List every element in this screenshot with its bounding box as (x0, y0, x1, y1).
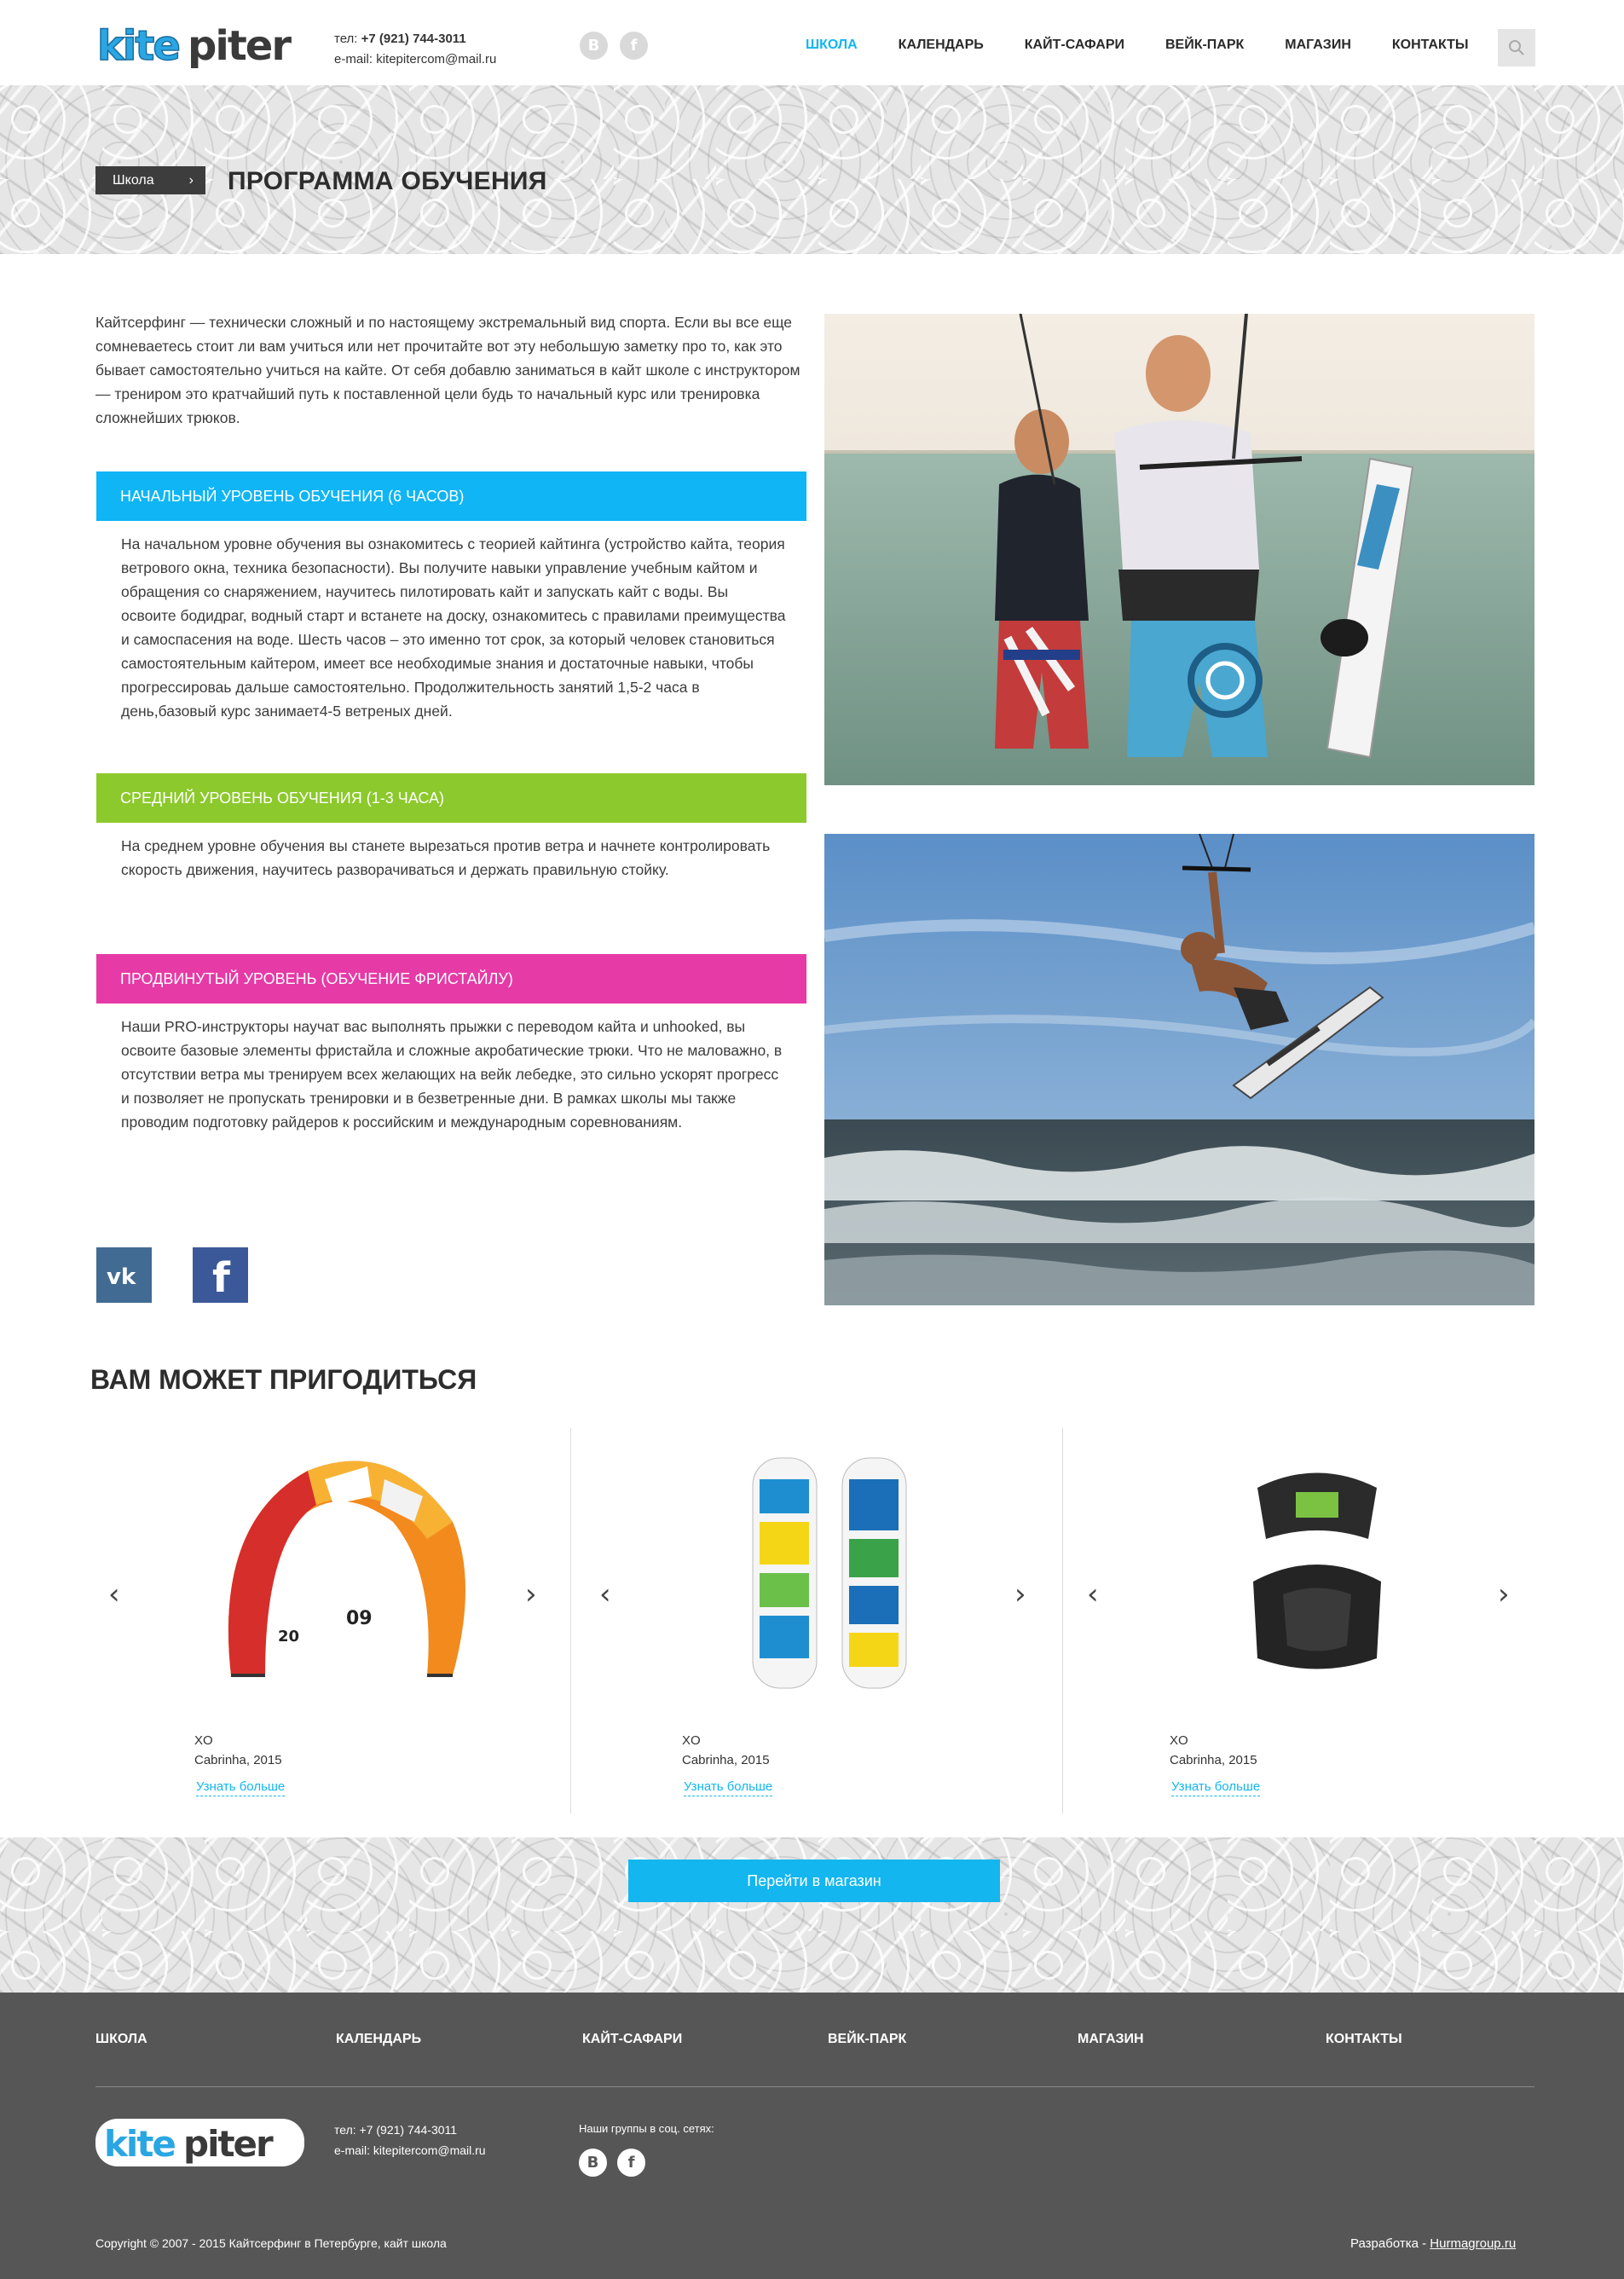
footer-nav-contacts[interactable]: Контакты (1326, 2032, 1402, 2047)
header-social: B f (580, 32, 648, 60)
svg-text:kite: kite (97, 22, 179, 70)
level-intermediate-title: Средний уровень обучения (1-3 часа) (120, 789, 444, 807)
product-card: ‹ 09 20 › XO Cabrinha, 2015 Узнать больш… (96, 1428, 584, 1813)
product-brand: Cabrinha, 2015 (682, 1753, 770, 1767)
footer-logo[interactable]: kite piter (95, 2114, 304, 2172)
svg-text:20: 20 (278, 1628, 299, 1646)
level-advanced-text: Наши PRO-инструкторы научат вас выполнят… (121, 1018, 783, 1131)
phone-label: тел: (334, 32, 358, 46)
next-arrow-icon[interactable]: › (1014, 1577, 1026, 1611)
chevron-right-icon: › (188, 173, 194, 188)
harness-icon (1253, 1472, 1381, 1669)
prev-arrow-icon[interactable]: ‹ (108, 1577, 120, 1611)
facebook-icon[interactable]: f (617, 2149, 645, 2177)
kiteboard-icon (752, 1457, 907, 1689)
main-nav: Школа Календарь Кайт-сафари Вейк-парк Ма… (806, 38, 1469, 53)
developer-credit: Разработка - Hurmagroup.ru (1350, 2236, 1516, 2251)
facebook-icon: f (212, 1254, 231, 1297)
footer-nav-school[interactable]: Школа (95, 2032, 147, 2047)
page-title: Программа обучения (228, 167, 547, 195)
share-vk-button[interactable]: vk (96, 1247, 152, 1303)
level-advanced-title: Продвинутый уровень (обучение фристайлу) (120, 969, 513, 987)
svg-text:09: 09 (346, 1608, 373, 1629)
card-divider (1062, 1428, 1063, 1813)
footer-nav-calendar[interactable]: Календарь (336, 2032, 421, 2047)
prev-arrow-icon[interactable]: ‹ (599, 1577, 611, 1611)
learn-more-link[interactable]: Узнать больше (196, 1779, 286, 1796)
developer-link[interactable]: Hurmagroup.ru (1430, 2236, 1516, 2251)
email-label: e-mail: (334, 52, 373, 67)
header-contacts: тел: +7 (921) 744-3011 e-mail: kitepiter… (334, 29, 496, 70)
photo-instructors (824, 314, 1534, 785)
related-title: Вам может пригодиться (90, 1364, 477, 1395)
search-icon (1509, 40, 1524, 55)
learn-more-link[interactable]: Узнать больше (1171, 1779, 1261, 1796)
footer-social-label: Наши группы в соц. сетях: (579, 2122, 714, 2135)
copyright: Copyright © 2007 - 2015 Кайтсерфинг в Пе… (95, 2236, 447, 2250)
nav-item-calendar[interactable]: Календарь (899, 38, 984, 53)
site-footer: Школа Календарь Кайт-сафари Вейк-парк Ма… (0, 1993, 1624, 2279)
level-beginner-title: Начальный уровень обучения (6 часов) (120, 487, 465, 505)
card-divider (570, 1428, 571, 1813)
footer-contacts: тел: +7 (921) 744-3011 e-mail: kitepiter… (334, 2120, 486, 2160)
learn-more-link[interactable]: Узнать больше (684, 1779, 773, 1796)
product-name: XO (682, 1733, 701, 1748)
facebook-icon[interactable]: f (620, 32, 648, 60)
photo-kite-jump (824, 834, 1534, 1305)
svg-text:f: f (212, 1254, 231, 1297)
next-arrow-icon[interactable]: › (1498, 1577, 1510, 1611)
header-email-line: e-mail: kitepitercom@mail.ru (334, 49, 496, 70)
footer-phone[interactable]: тел: +7 (921) 744-3011 (334, 2120, 486, 2140)
footer-nav-kite-safari[interactable]: Кайт-сафари (582, 2032, 682, 2047)
level-intermediate-text: На среднем уровне обучения вы станете вы… (121, 837, 771, 878)
product-brand: Cabrinha, 2015 (194, 1753, 282, 1767)
footer-social: B f (579, 2149, 645, 2177)
level-beginner-text: На начальном уровне обучения вы ознакоми… (121, 535, 786, 720)
nav-item-shop[interactable]: Магазин (1285, 38, 1351, 53)
breadcrumb-label: Школа (113, 172, 154, 188)
header-phone[interactable]: +7 (921) 744-3011 (361, 32, 466, 46)
share-facebook-button[interactable]: f (193, 1247, 248, 1303)
go-to-shop-button[interactable]: Перейти в магазин (628, 1860, 1000, 1902)
product-name: XO (194, 1733, 213, 1748)
product-name: XO (1170, 1733, 1188, 1748)
next-arrow-icon[interactable]: › (525, 1577, 537, 1611)
site-header: kite piter тел: +7 (921) 744-3011 e-mail… (0, 0, 1624, 85)
intro-text: Кайтсерфинг — технически сложный и по на… (95, 314, 800, 426)
vk-icon[interactable]: B (580, 32, 608, 60)
nav-item-wake-park[interactable]: Вейк-парк (1165, 38, 1244, 53)
developer-label: Разработка - (1350, 2236, 1430, 2251)
footer-email[interactable]: e-mail: kitepitercom@mail.ru (334, 2140, 486, 2160)
svg-text:vk: vk (107, 1264, 136, 1288)
footer-nav-shop[interactable]: Магазин (1078, 2032, 1144, 2047)
svg-text:piter: piter (188, 22, 292, 70)
header-phone-line: тел: +7 (921) 744-3011 (334, 29, 496, 49)
level-intermediate-heading: Средний уровень обучения (1-3 часа) (96, 773, 806, 823)
site-logo[interactable]: kite piter (95, 20, 309, 72)
vk-icon[interactable]: B (579, 2149, 607, 2177)
nav-item-kite-safari[interactable]: Кайт-сафари (1025, 38, 1124, 53)
level-advanced-heading: Продвинутый уровень (обучение фристайлу) (96, 954, 806, 1004)
nav-item-contacts[interactable]: Контакты (1392, 38, 1469, 53)
footer-divider (95, 2086, 1534, 2087)
svg-text:piter: piter (183, 2123, 274, 2165)
level-beginner-heading: Начальный уровень обучения (6 часов) (96, 471, 806, 521)
product-brand: Cabrinha, 2015 (1170, 1753, 1257, 1767)
svg-text:kite: kite (104, 2123, 175, 2165)
kite-icon: 09 20 (228, 1461, 465, 1677)
product-card: ‹ › XO Cabrinha, 2015 Узнать больше (1072, 1428, 1559, 1813)
product-card: ‹ › XO Cabrinha, 2015 Узнать больше (584, 1428, 1072, 1813)
prev-arrow-icon[interactable]: ‹ (1087, 1577, 1099, 1611)
breadcrumb[interactable]: Школа › (95, 166, 205, 194)
footer-nav-wake-park[interactable]: Вейк-парк (828, 2032, 906, 2047)
vk-icon: vk (107, 1264, 136, 1288)
search-button[interactable] (1498, 29, 1535, 67)
header-email[interactable]: kitepitercom@mail.ru (376, 52, 496, 67)
nav-item-school[interactable]: Школа (806, 38, 858, 53)
